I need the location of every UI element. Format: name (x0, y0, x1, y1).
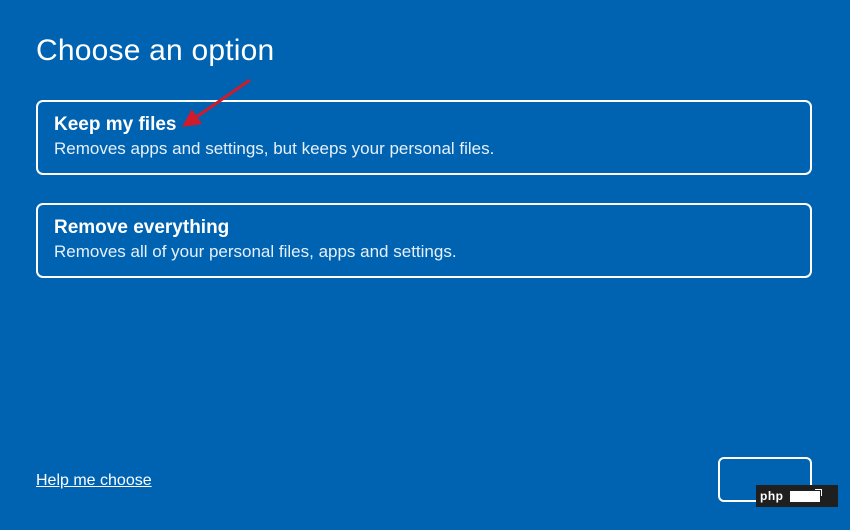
keep-my-files-option[interactable]: Keep my files Removes apps and settings,… (36, 100, 812, 175)
option-title: Keep my files (54, 114, 794, 136)
option-description: Removes all of your personal files, apps… (54, 242, 794, 262)
option-description: Removes apps and settings, but keeps you… (54, 139, 794, 159)
page-title: Choose an option (36, 34, 814, 68)
help-me-choose-link[interactable]: Help me choose (36, 472, 152, 490)
watermark-text: php (760, 489, 784, 503)
option-title: Remove everything (54, 217, 794, 239)
remove-everything-option[interactable]: Remove everything Removes all of your pe… (36, 203, 812, 278)
php-watermark: php (756, 485, 838, 507)
watermark-box-icon (790, 491, 820, 502)
